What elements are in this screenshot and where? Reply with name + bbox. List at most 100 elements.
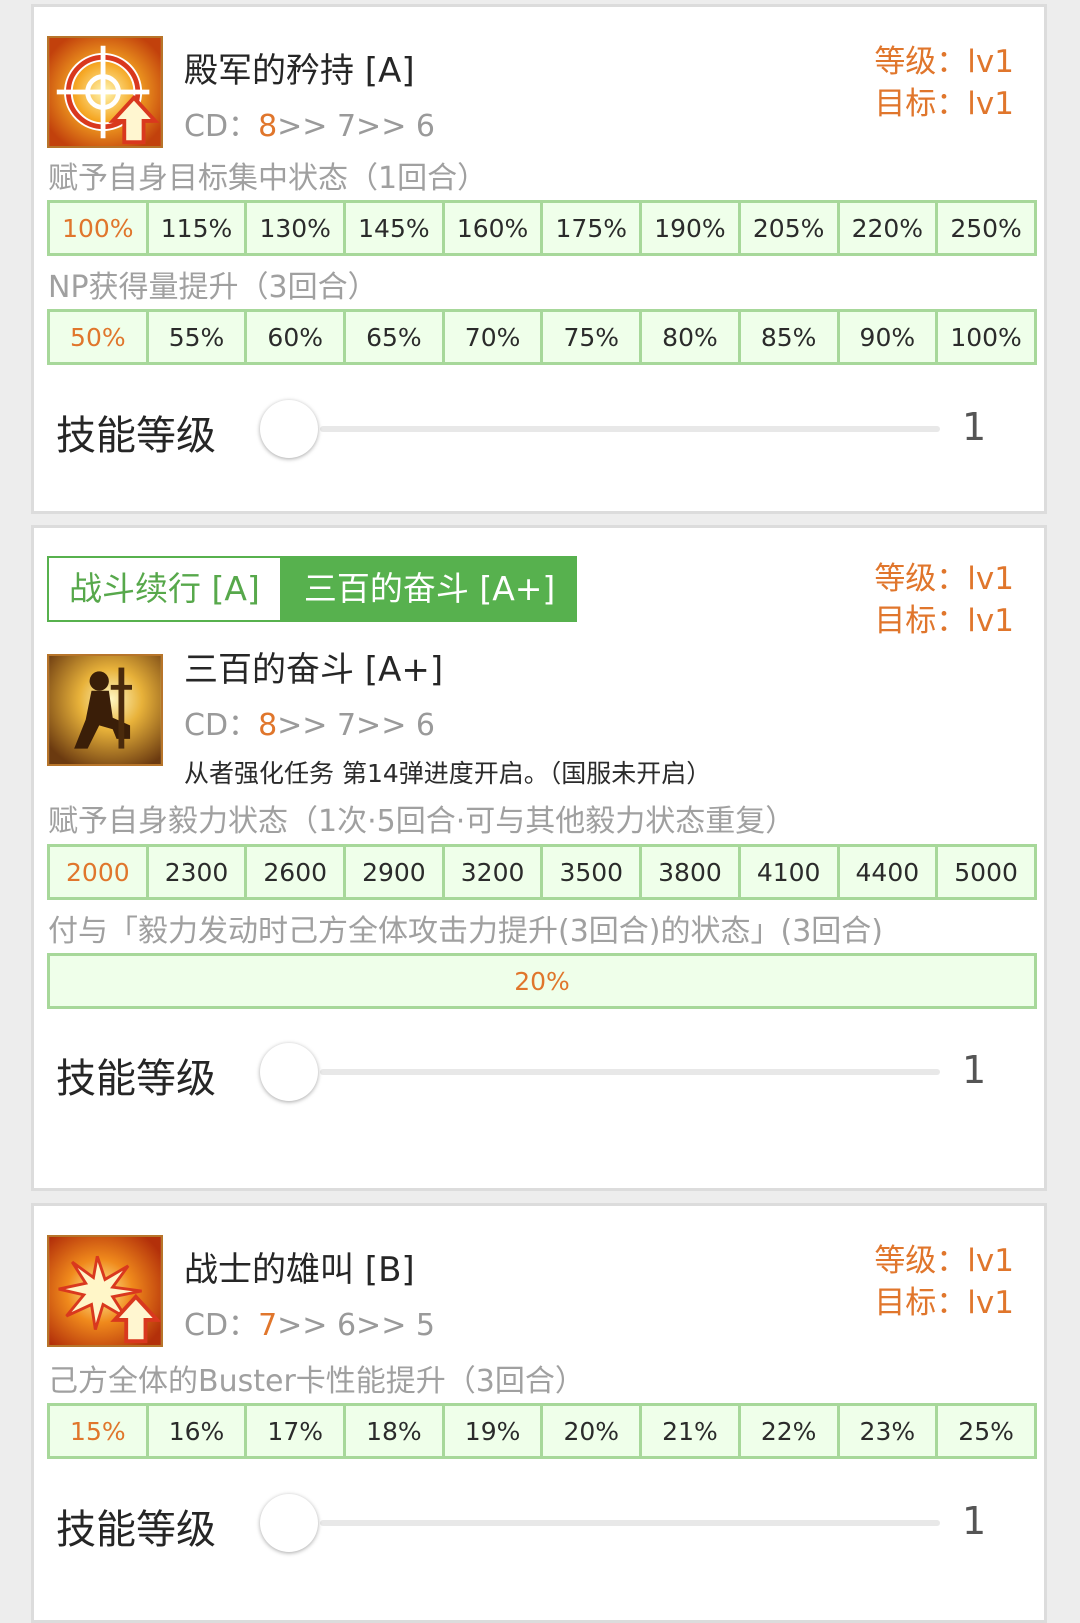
slider-thumb[interactable] — [260, 400, 318, 458]
level-info: 等级：lv1 目标：lv1 — [874, 558, 1014, 642]
value-cell: 3500 — [540, 844, 643, 900]
value-cell: 22% — [737, 1403, 840, 1459]
value-cell: 65% — [343, 309, 445, 365]
target-label: 目标：lv1 — [874, 86, 1014, 122]
value-cell: 100% — [47, 200, 149, 256]
tab-skill-a[interactable]: 战斗续行 [A] — [47, 556, 282, 622]
table-row: 2000 2300 2600 2900 3200 3500 3800 4100 … — [47, 844, 1037, 900]
value-cell: 220% — [836, 200, 939, 256]
value-cell: 55% — [145, 309, 248, 365]
cd-rest: >> 7>> 6 — [277, 109, 435, 144]
value-cell: 4100 — [737, 844, 840, 900]
value-cell: 90% — [836, 309, 939, 365]
value-cell: 205% — [737, 200, 840, 256]
level-info: 等级：lv1 目标：lv1 — [874, 41, 1014, 125]
burst-up-icon — [47, 1235, 163, 1347]
level-info: 等级：lv1 目标：lv1 — [874, 1240, 1014, 1324]
skill-tabs: 战斗续行 [A] 三百的奋斗 [A+] — [47, 556, 578, 622]
value-cell: 2000 — [47, 844, 149, 900]
value-cell: 75% — [540, 309, 643, 365]
effect-description: NP获得量提升（3回合） — [48, 270, 378, 305]
target-up-icon — [47, 36, 163, 148]
effect-values-table: 15% 16% 17% 18% 19% 20% 21% 22% 23% 25% — [47, 1403, 1037, 1459]
unlock-note: 从者强化任务 第14弹进度开启。（国服未开启） — [184, 759, 712, 788]
effect-description: 赋予自身目标集中状态（1回合） — [48, 161, 488, 196]
skill-card-3: 战士的雄叫 [B] CD：7>> 6>> 5 等级：lv1 目标：lv1 己方全… — [31, 1203, 1047, 1623]
skill-cooldown: CD：8>> 7>> 6 — [184, 700, 435, 744]
table-row: 20% — [47, 953, 1037, 1009]
value-cell: 19% — [441, 1403, 544, 1459]
level-label: 等级：lv1 — [874, 44, 1014, 80]
skill-card-1: 殿军的矜持 [A] CD：8>> 7>> 6 等级：lv1 目标：lv1 赋予自… — [31, 4, 1047, 514]
value-cell: 250% — [935, 200, 1037, 256]
value-cell: 145% — [343, 200, 445, 256]
skill-level-slider[interactable] — [320, 1069, 940, 1075]
cd-first: 8 — [258, 708, 278, 743]
skill-cooldown: CD：8>> 7>> 6 — [184, 101, 435, 145]
value-cell: 20% — [540, 1403, 643, 1459]
cd-first: 7 — [258, 1308, 278, 1343]
value-cell: 23% — [836, 1403, 939, 1459]
value-cell: 18% — [343, 1403, 445, 1459]
value-cell: 100% — [935, 309, 1037, 365]
skill-level-slider[interactable] — [320, 426, 940, 432]
effect-description: 己方全体的Buster卡性能提升（3回合） — [48, 1364, 585, 1399]
cd-label: CD： — [184, 109, 259, 144]
value-cell: 2600 — [244, 844, 347, 900]
cd-rest: >> 7>> 6 — [277, 708, 435, 743]
skill-card-2: 战斗续行 [A] 三百的奋斗 [A+] 等级：lv1 目标：lv1 三百的奋斗 … — [31, 525, 1047, 1191]
value-cell: 16% — [145, 1403, 248, 1459]
table-row: 50% 55% 60% 65% 70% 75% 80% 85% 90% 100% — [47, 309, 1037, 365]
target-label: 目标：lv1 — [874, 603, 1014, 639]
target-label: 目标：lv1 — [874, 1285, 1014, 1321]
value-cell: 2900 — [343, 844, 445, 900]
value-cell: 5000 — [935, 844, 1037, 900]
table-row: 15% 16% 17% 18% 19% 20% 21% 22% 23% 25% — [47, 1403, 1037, 1459]
skill-level-label: 技能等级 — [56, 1507, 216, 1553]
skill-name: 三百的奋斗 [A+] — [184, 650, 444, 690]
value-cell: 160% — [441, 200, 544, 256]
cd-rest: >> 6>> 5 — [277, 1308, 435, 1343]
skill-cooldown: CD：7>> 6>> 5 — [184, 1300, 435, 1344]
value-cell: 80% — [639, 309, 741, 365]
effect-description: 付与「毅力发动时己方全体攻击力提升(3回合)的状态」(3回合) — [48, 914, 883, 949]
skill-level-slider[interactable] — [320, 1520, 940, 1526]
effect-values-table: 2000 2300 2600 2900 3200 3500 3800 4100 … — [47, 844, 1037, 900]
value-cell: 3800 — [639, 844, 741, 900]
value-cell: 20% — [47, 953, 1037, 1009]
kneeling-warrior-icon — [47, 654, 163, 766]
value-cell: 50% — [47, 309, 149, 365]
value-cell: 175% — [540, 200, 643, 256]
slider-thumb[interactable] — [260, 1043, 318, 1101]
skill-name: 殿军的矜持 [A] — [184, 51, 415, 91]
skill-name: 战士的雄叫 [B] — [184, 1250, 415, 1290]
effect-values-table: 20% — [47, 953, 1037, 1009]
skill-level-value: 1 — [962, 405, 987, 449]
level-label: 等级：lv1 — [874, 561, 1014, 597]
skill-level-label: 技能等级 — [56, 1056, 216, 1102]
value-cell: 70% — [441, 309, 544, 365]
value-cell: 190% — [639, 200, 741, 256]
value-cell: 21% — [639, 1403, 741, 1459]
effect-values-table: 100% 115% 130% 145% 160% 175% 190% 205% … — [47, 200, 1037, 256]
value-cell: 17% — [244, 1403, 347, 1459]
value-cell: 4400 — [836, 844, 939, 900]
effect-values-table: 50% 55% 60% 65% 70% 75% 80% 85% 90% 100% — [47, 309, 1037, 365]
value-cell: 85% — [737, 309, 840, 365]
slider-thumb[interactable] — [260, 1494, 318, 1552]
skill-level-label: 技能等级 — [56, 413, 216, 459]
skill-level-value: 1 — [962, 1048, 987, 1092]
cd-label: CD： — [184, 708, 259, 743]
value-cell: 115% — [145, 200, 248, 256]
value-cell: 15% — [47, 1403, 149, 1459]
effect-description: 赋予自身毅力状态（1次·5回合·可与其他毅力状态重复） — [48, 804, 796, 839]
value-cell: 60% — [244, 309, 347, 365]
cd-label: CD： — [184, 1308, 259, 1343]
value-cell: 130% — [244, 200, 347, 256]
table-row: 100% 115% 130% 145% 160% 175% 190% 205% … — [47, 200, 1037, 256]
level-label: 等级：lv1 — [874, 1243, 1014, 1279]
value-cell: 3200 — [441, 844, 544, 900]
skill-level-value: 1 — [962, 1499, 987, 1543]
tab-skill-a-plus[interactable]: 三百的奋斗 [A+] — [281, 556, 578, 622]
value-cell: 2300 — [145, 844, 248, 900]
